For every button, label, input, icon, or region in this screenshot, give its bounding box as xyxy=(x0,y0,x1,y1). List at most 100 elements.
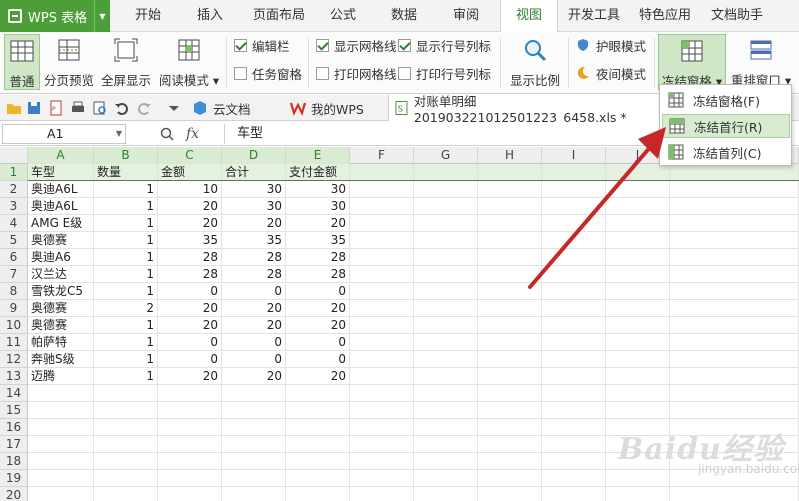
row-header[interactable]: 3 xyxy=(0,198,28,215)
cell[interactable] xyxy=(158,453,222,470)
cell[interactable] xyxy=(350,317,414,334)
cell[interactable]: 奥德赛 xyxy=(28,300,94,317)
cell[interactable] xyxy=(350,385,414,402)
cell[interactable]: 30 xyxy=(222,198,286,215)
cell[interactable] xyxy=(478,198,542,215)
row-header[interactable]: 8 xyxy=(0,283,28,300)
cell[interactable] xyxy=(670,402,799,419)
cell[interactable]: 20 xyxy=(158,198,222,215)
cell[interactable] xyxy=(542,300,606,317)
cell[interactable] xyxy=(286,453,350,470)
cell[interactable] xyxy=(606,334,670,351)
tab-home[interactable]: 开始 xyxy=(118,0,178,32)
row-header[interactable]: 15 xyxy=(0,402,28,419)
night-mode-toggle[interactable]: 夜间模式 xyxy=(576,64,646,82)
print-icon[interactable] xyxy=(70,100,86,116)
cell[interactable] xyxy=(670,215,799,232)
cell[interactable]: 30 xyxy=(286,198,350,215)
cell[interactable]: 35 xyxy=(286,232,350,249)
cell[interactable] xyxy=(350,198,414,215)
column-header[interactable]: G xyxy=(414,147,478,164)
cell[interactable] xyxy=(606,419,670,436)
cell[interactable]: 10 xyxy=(158,181,222,198)
cell[interactable] xyxy=(606,300,670,317)
cell[interactable]: 奥德赛 xyxy=(28,317,94,334)
row-header[interactable]: 4 xyxy=(0,215,28,232)
cell[interactable] xyxy=(606,368,670,385)
cell[interactable] xyxy=(478,436,542,453)
cell[interactable] xyxy=(350,436,414,453)
cell[interactable] xyxy=(542,402,606,419)
cell[interactable]: 1 xyxy=(94,283,158,300)
cell[interactable] xyxy=(94,453,158,470)
cell[interactable]: 20 xyxy=(222,300,286,317)
select-all-corner[interactable] xyxy=(0,147,28,164)
cell[interactable]: 雪铁龙C5 xyxy=(28,283,94,300)
normal-view-button[interactable]: 普通 xyxy=(4,34,40,90)
cell[interactable] xyxy=(414,317,478,334)
cell[interactable] xyxy=(606,181,670,198)
cell[interactable] xyxy=(350,453,414,470)
cell[interactable] xyxy=(28,419,94,436)
cell[interactable] xyxy=(286,402,350,419)
tab-data[interactable]: 数据 xyxy=(378,0,430,32)
cell[interactable]: 35 xyxy=(222,232,286,249)
cell[interactable] xyxy=(670,385,799,402)
cell[interactable] xyxy=(606,351,670,368)
row-header[interactable]: 17 xyxy=(0,436,28,453)
cell[interactable]: 30 xyxy=(222,181,286,198)
cell[interactable] xyxy=(414,232,478,249)
cell[interactable] xyxy=(478,249,542,266)
row-header[interactable]: 20 xyxy=(0,487,28,501)
cell[interactable] xyxy=(222,487,286,501)
cell[interactable] xyxy=(606,249,670,266)
cell[interactable] xyxy=(606,487,670,501)
redo-icon[interactable] xyxy=(136,100,152,116)
tab-doc-assistant[interactable]: 文档助手 xyxy=(704,0,770,32)
export-pdf-icon[interactable]: P xyxy=(48,100,64,116)
cell[interactable] xyxy=(670,181,799,198)
cell[interactable]: 帕萨特 xyxy=(28,334,94,351)
cell[interactable] xyxy=(478,164,542,181)
tab-developer[interactable]: 开发工具 xyxy=(562,0,626,32)
cell[interactable] xyxy=(414,300,478,317)
cell[interactable] xyxy=(414,334,478,351)
cell[interactable] xyxy=(28,385,94,402)
cell[interactable] xyxy=(670,317,799,334)
column-header[interactable]: C xyxy=(158,147,222,164)
row-header[interactable]: 7 xyxy=(0,266,28,283)
cell[interactable] xyxy=(414,164,478,181)
cell[interactable] xyxy=(350,266,414,283)
cell[interactable] xyxy=(606,470,670,487)
cell[interactable]: 汉兰达 xyxy=(28,266,94,283)
cell[interactable] xyxy=(350,215,414,232)
cell[interactable] xyxy=(542,317,606,334)
cell[interactable]: 1 xyxy=(94,317,158,334)
cell[interactable]: AMG E级 xyxy=(28,215,94,232)
cell[interactable] xyxy=(350,181,414,198)
cell[interactable] xyxy=(542,249,606,266)
cell[interactable] xyxy=(670,487,799,501)
cell[interactable] xyxy=(478,487,542,501)
cell[interactable] xyxy=(350,419,414,436)
cell[interactable]: 1 xyxy=(94,215,158,232)
cell[interactable] xyxy=(414,453,478,470)
show-gridlines-checkbox[interactable]: 显示网格线 xyxy=(316,36,397,54)
cell[interactable] xyxy=(158,436,222,453)
cell[interactable] xyxy=(28,470,94,487)
cell[interactable] xyxy=(414,351,478,368)
cell[interactable]: 20 xyxy=(286,215,350,232)
cell[interactable]: 0 xyxy=(158,334,222,351)
cell[interactable] xyxy=(542,368,606,385)
cell[interactable]: 1 xyxy=(94,249,158,266)
cell[interactable] xyxy=(286,385,350,402)
cell[interactable] xyxy=(670,436,799,453)
cell[interactable] xyxy=(28,487,94,501)
freeze-panes-button[interactable]: 冻结窗格 ▾ xyxy=(658,34,726,90)
cell[interactable] xyxy=(606,164,670,181)
cell[interactable] xyxy=(350,368,414,385)
cell[interactable]: 奔驰S级 xyxy=(28,351,94,368)
cell[interactable] xyxy=(606,436,670,453)
cell[interactable] xyxy=(478,232,542,249)
row-header[interactable]: 10 xyxy=(0,317,28,334)
